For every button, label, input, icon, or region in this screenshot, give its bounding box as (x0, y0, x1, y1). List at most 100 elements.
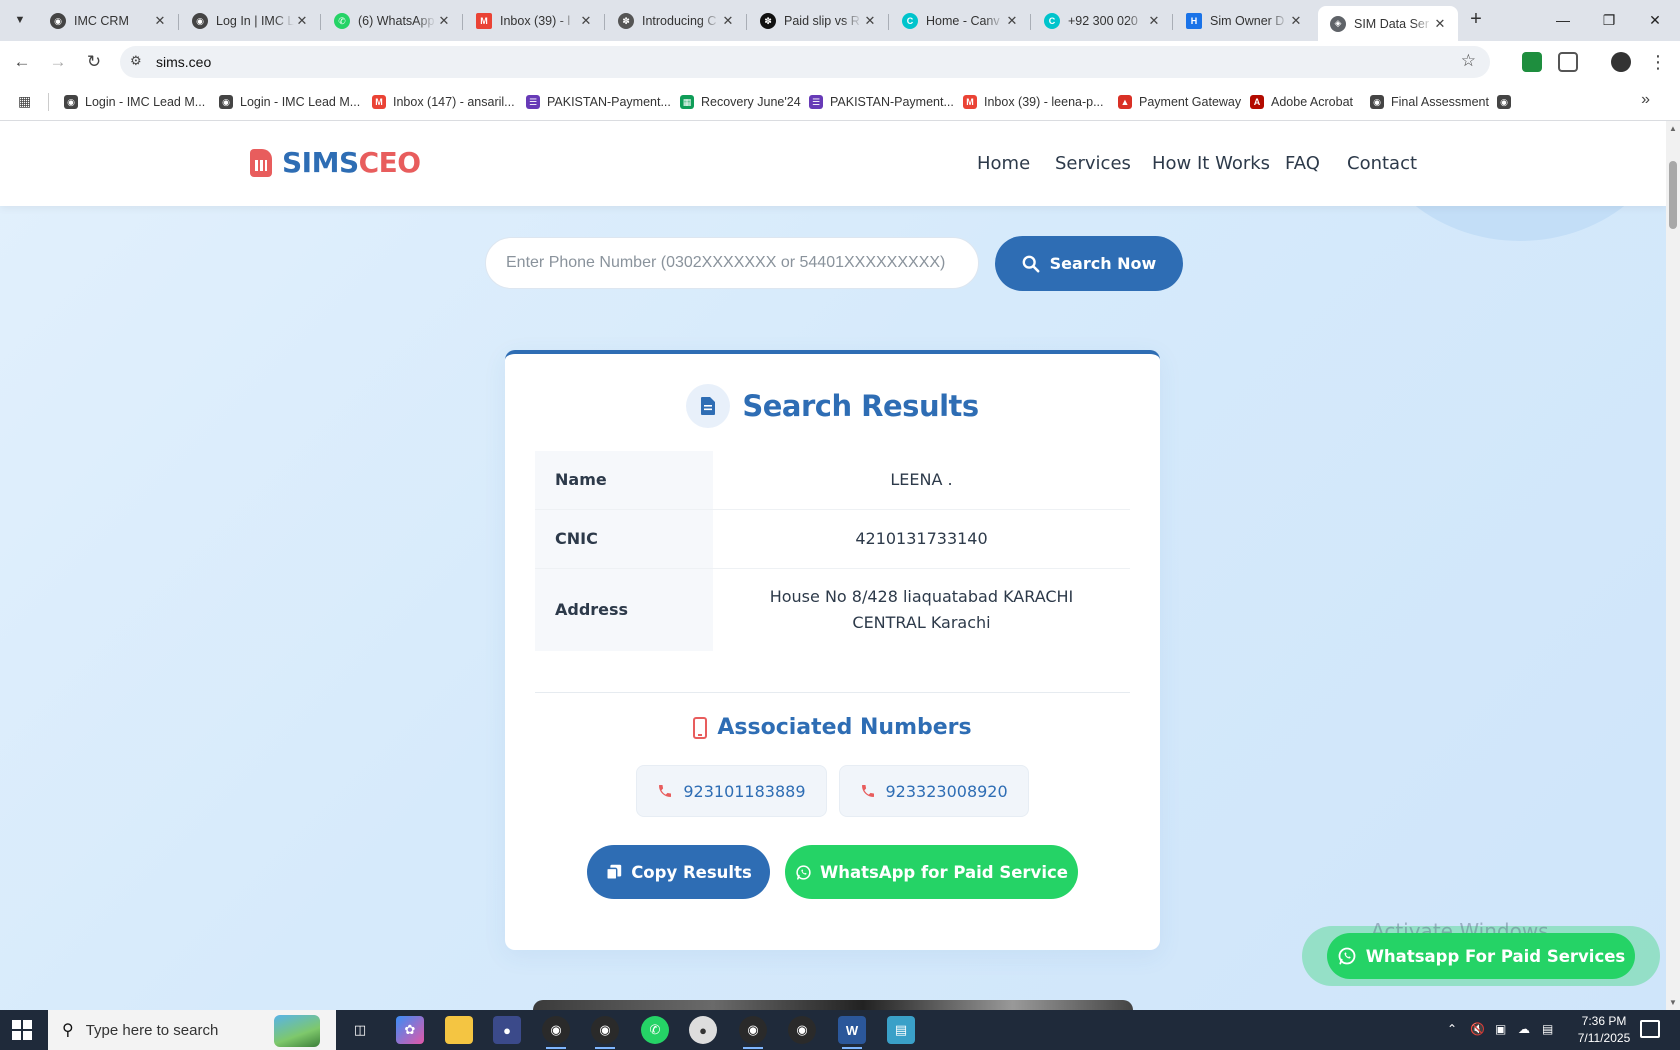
chrome-icon[interactable]: ◉ (542, 1016, 570, 1049)
restore-icon[interactable]: ❐ (1586, 6, 1632, 34)
windows-start-icon[interactable] (12, 1020, 32, 1040)
bookmark-item[interactable]: ◉ (1497, 93, 1518, 111)
row-label-name: Name (535, 451, 713, 510)
search-now-button[interactable]: Search Now (995, 236, 1183, 291)
tab-close-icon[interactable]: ✕ (578, 13, 594, 29)
taskbar-search-box[interactable]: ⚲ Type here to search (48, 1010, 336, 1050)
tab-gmail-inbox[interactable]: M Inbox (39) - l ✕ (464, 6, 605, 36)
nav-how-it-works[interactable]: How It Works (1152, 153, 1270, 174)
page-scrollbar[interactable]: ▲ ▼ (1666, 121, 1680, 1010)
minimize-icon[interactable]: — (1540, 6, 1586, 34)
nav-home[interactable]: Home (977, 153, 1030, 174)
bookmark-star-icon[interactable]: ☆ (1461, 51, 1476, 71)
tab-close-icon[interactable]: ✕ (1432, 16, 1448, 32)
phone-search-input[interactable] (485, 237, 979, 289)
bookmark-label: Payment Gateway (1139, 95, 1242, 109)
scroll-down-arrow-icon[interactable]: ▼ (1669, 998, 1677, 1007)
associated-number-text: 923323008920 (885, 781, 1008, 801)
task-view-icon[interactable]: ◫ (346, 1016, 374, 1044)
bookmark-item[interactable]: ◉ Login - IMC Lead M... (64, 93, 205, 111)
tab-close-icon[interactable]: ✕ (1288, 13, 1304, 29)
tab-close-icon[interactable]: ✕ (720, 13, 736, 29)
bookmarks-overflow-icon[interactable]: » (1641, 91, 1650, 109)
tab-close-icon[interactable]: ✕ (862, 13, 878, 29)
new-tab-plus-icon[interactable]: + (1464, 8, 1488, 32)
phone-icon (861, 785, 874, 797)
tab-close-icon[interactable]: ✕ (436, 13, 452, 29)
site-logo[interactable]: SIMS CEO (250, 146, 421, 179)
forward-arrow-icon[interactable]: → (44, 48, 72, 76)
bookmark-item[interactable]: ☰ PAKISTAN-Payment... (809, 93, 954, 111)
tab-title: SIM Data Ser (1354, 16, 1430, 31)
app-icon[interactable]: ● (689, 1016, 717, 1044)
tab-sim-owner[interactable]: H Sim Owner D ✕ (1174, 6, 1314, 36)
whatsapp-icon[interactable]: ✆ (641, 1016, 669, 1044)
network-icon[interactable]: ▤ (1542, 1022, 1553, 1036)
bookmark-item[interactable]: ▲ Payment Gateway (1118, 93, 1241, 111)
volume-muted-icon[interactable]: 🔇 (1470, 1022, 1485, 1036)
nav-services[interactable]: Services (1055, 153, 1131, 174)
tab-whatsapp[interactable]: ✆ (6) WhatsApp ✕ (322, 6, 463, 36)
tray-chevron-up-icon[interactable]: ⌃ (1447, 1022, 1457, 1036)
bookmark-favicon-icon: ◉ (219, 95, 233, 109)
copilot-icon[interactable]: ✿ (396, 1016, 424, 1044)
apps-grid-icon[interactable]: ▦ (18, 93, 31, 110)
tab-canva-home[interactable]: C Home - Canv ✕ (890, 6, 1031, 36)
bookmark-label: PAKISTAN-Payment... (830, 95, 954, 109)
site-info-icon[interactable]: ⚙ (130, 53, 142, 69)
whatsapp-paid-service-button[interactable]: WhatsApp for Paid Service (785, 845, 1078, 899)
tab-search-chevron-icon[interactable]: ▼ (8, 8, 32, 32)
tray-app-icon[interactable]: ▣ (1495, 1022, 1506, 1036)
tab-canva-phone[interactable]: C +92 300 020 ✕ (1032, 6, 1173, 36)
bookmark-item[interactable]: ☰ PAKISTAN-Payment... (526, 93, 671, 111)
bookmark-item[interactable]: ◉ Login - IMC Lead M... (219, 93, 360, 111)
bookmark-item[interactable]: ▦ Recovery June'24 (680, 93, 801, 111)
bookmark-label: Adobe Acrobat (1271, 95, 1354, 109)
bookmark-item[interactable]: ◉ Final Assessment (1370, 93, 1489, 111)
associated-number-chip[interactable]: 923323008920 (838, 765, 1029, 817)
chrome-icon[interactable]: ◉ (739, 1016, 767, 1049)
nav-contact[interactable]: Contact (1347, 153, 1417, 174)
forms-icon: ☰ (526, 95, 540, 109)
app-icon[interactable]: ● (493, 1016, 521, 1044)
taskbar-clock[interactable]: 7:36 PM 7/11/2025 (1568, 1013, 1640, 1047)
url-text[interactable]: sims.ceo (156, 54, 211, 70)
tab-close-icon[interactable]: ✕ (1146, 13, 1162, 29)
tab-sim-data-active[interactable]: ◈ SIM Data Ser ✕ (1318, 6, 1458, 41)
file-explorer-icon[interactable] (445, 1016, 473, 1044)
bookmark-item[interactable]: M Inbox (147) - ansaril... (372, 93, 515, 111)
copy-results-button[interactable]: Copy Results (587, 845, 770, 899)
tab-close-icon[interactable]: ✕ (294, 13, 310, 29)
tab-imc-crm[interactable]: ◉ IMC CRM ✕ (38, 6, 179, 36)
scrollbar-thumb[interactable] (1669, 161, 1677, 229)
word-icon[interactable]: W (838, 1016, 866, 1049)
address-bar[interactable]: ⚙ sims.ceo ☆ (120, 46, 1490, 78)
chrome-icon[interactable]: ◉ (788, 1016, 816, 1044)
bookmark-label: Inbox (147) - ansaril... (393, 95, 515, 109)
site-header: SIMS CEO Home Services How It Works FAQ C… (0, 121, 1666, 206)
bookmark-item[interactable]: A Adobe Acrobat (1250, 93, 1353, 111)
menu-kebab-icon[interactable]: ⋮ (1644, 48, 1672, 76)
tab-paid-slip[interactable]: ✽ Paid slip vs R ✕ (748, 6, 889, 36)
copy-results-label: Copy Results (631, 862, 752, 882)
reload-icon[interactable]: ↻ (80, 48, 108, 76)
extensions-puzzle-icon[interactable] (1558, 52, 1578, 72)
notification-icon[interactable] (1640, 1020, 1660, 1038)
floating-whatsapp-button[interactable]: Whatsapp For Paid Services (1327, 933, 1635, 979)
back-arrow-icon[interactable]: ← (8, 48, 36, 76)
app-icon[interactable]: ▤ (887, 1016, 915, 1044)
associated-number-chip[interactable]: 923101183889 (636, 765, 827, 817)
chrome-profile-icon[interactable]: ◉ (591, 1016, 619, 1049)
bookmark-item[interactable]: M Inbox (39) - leena-p... (963, 93, 1104, 111)
tab-imc-login[interactable]: ◉ Log In | IMC L ✕ (180, 6, 321, 36)
tab-introducing[interactable]: ✽ Introducing C ✕ (606, 6, 747, 36)
nav-faq[interactable]: FAQ (1285, 153, 1320, 174)
profile-avatar[interactable] (1611, 52, 1631, 72)
tab-close-icon[interactable]: ✕ (1004, 13, 1020, 29)
scroll-up-arrow-icon[interactable]: ▲ (1669, 124, 1677, 133)
weather-cloud-icon[interactable]: ☁ (1518, 1022, 1530, 1036)
whatsapp-icon (1338, 947, 1356, 965)
extension-icon[interactable] (1522, 52, 1542, 72)
tab-close-icon[interactable]: ✕ (152, 13, 168, 29)
close-window-icon[interactable]: ✕ (1632, 6, 1678, 34)
